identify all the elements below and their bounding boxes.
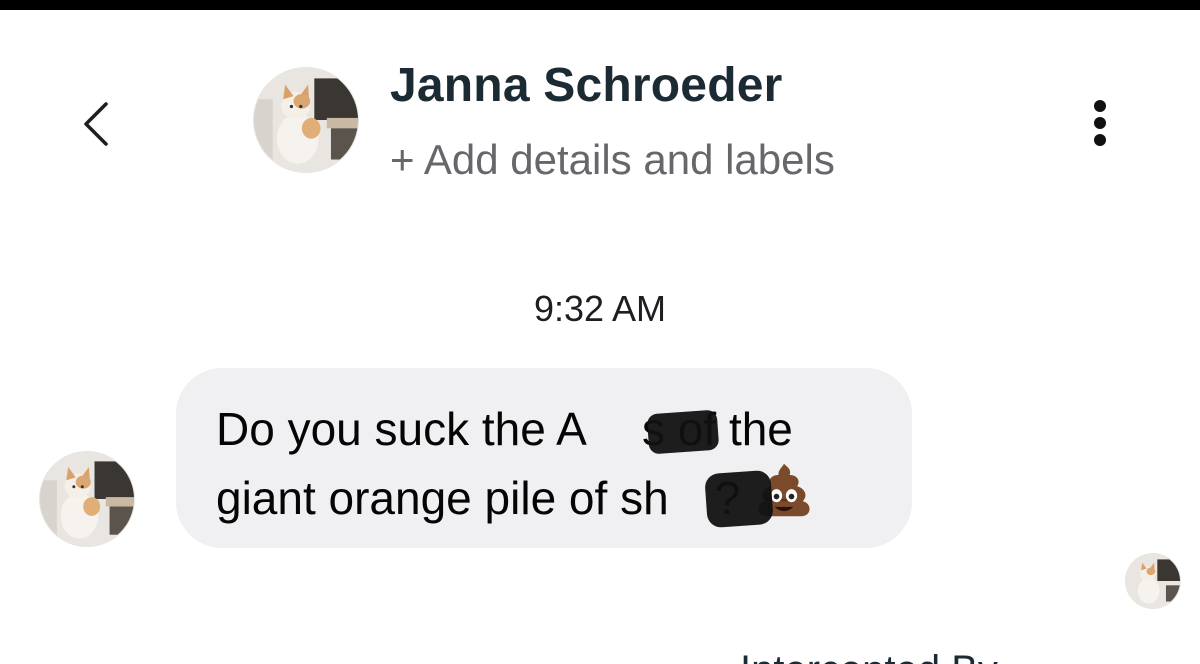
chevron-left-icon bbox=[84, 102, 108, 146]
add-details-link[interactable]: + Add details and labels bbox=[390, 136, 835, 184]
cat-photo-icon bbox=[40, 452, 134, 546]
back-button[interactable] bbox=[70, 96, 120, 152]
message-line: Do you suck the A s of the bbox=[216, 398, 872, 460]
message-line: giant orange pile of sh ? bbox=[216, 460, 872, 529]
message-timestamp: 9:32 AM bbox=[533, 288, 667, 329]
message-text: giant orange pile of sh ? bbox=[216, 472, 741, 524]
cutoff-text: Intercepted By bbox=[740, 650, 998, 664]
seen-receipt-avatar bbox=[1126, 554, 1180, 608]
message-bubble[interactable]: Do you suck the A s of the giant orange … bbox=[176, 368, 912, 548]
avatar[interactable] bbox=[254, 68, 358, 172]
sender-avatar[interactable] bbox=[40, 452, 134, 546]
redaction-mark bbox=[646, 409, 720, 455]
contact-name[interactable]: Janna Schroeder bbox=[390, 58, 782, 113]
cat-photo-icon bbox=[1126, 554, 1180, 608]
more-options-button[interactable] bbox=[1082, 98, 1118, 148]
status-bar bbox=[0, 0, 1200, 10]
redaction-mark bbox=[704, 469, 774, 529]
cat-photo-icon bbox=[254, 68, 358, 172]
vertical-ellipsis-icon bbox=[1094, 100, 1106, 112]
